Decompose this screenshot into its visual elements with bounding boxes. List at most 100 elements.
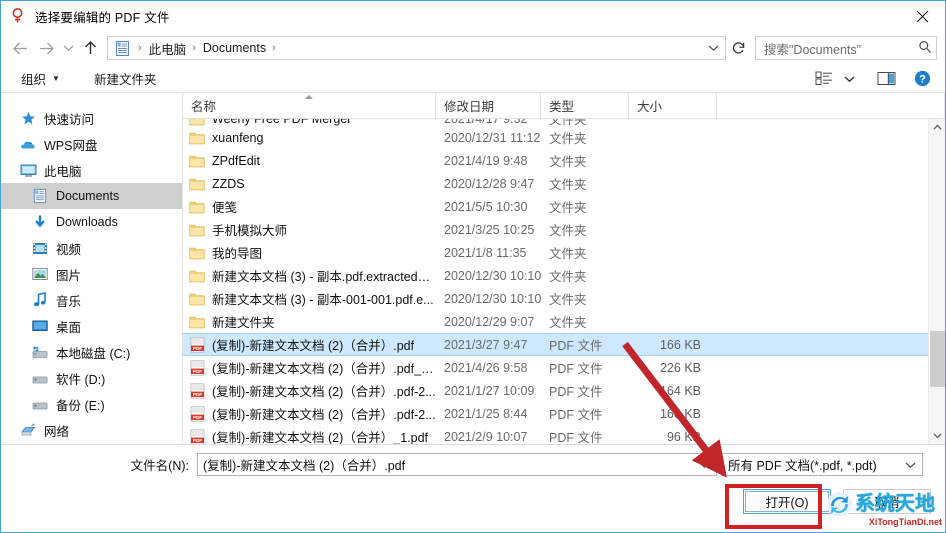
table-row[interactable]: 便笺 2021/5/5 10:30 文件夹 — [183, 195, 945, 218]
breadcrumb-separator-0[interactable]: › — [135, 42, 146, 54]
file-name-cell[interactable]: 手机模拟大师 — [183, 220, 436, 239]
file-name-cell[interactable]: PDF (复制)-新建文本文档 (2)（合并）.pdf-2... — [183, 381, 436, 400]
table-row[interactable]: 我的导图 2021/1/8 11:35 文件夹 — [183, 241, 945, 264]
search-input[interactable]: 搜索"Documents" — [755, 36, 937, 60]
scrollbar-thumb[interactable] — [929, 331, 945, 387]
search-icon[interactable] — [918, 40, 932, 57]
breadcrumb[interactable]: › 此电脑 › Documents › — [107, 36, 726, 60]
file-date-cell: 2021/1/27 10:09 — [436, 384, 541, 398]
close-button[interactable] — [899, 1, 945, 31]
file-type-text: PDF 文件 — [549, 408, 603, 422]
sidebar-item-wps-cloud[interactable]: WPS网盘 — [1, 131, 182, 157]
file-name-cell[interactable]: 新建文件夹 — [183, 312, 436, 331]
sidebar-item-drive-d[interactable]: 软件 (D:) — [1, 365, 182, 391]
cancel-button[interactable]: 取消 — [843, 489, 931, 514]
table-row[interactable]: 新建文本文档 (3) - 副本.pdf.extracted_i... 2020/1… — [183, 264, 945, 287]
filename-label: 文件名(N): — [130, 459, 189, 473]
sidebar-item-this-pc[interactable]: 此电脑 — [1, 157, 182, 183]
file-name-cell[interactable]: PDF (复制)-新建文本文档 (2)（合并）.pdf — [183, 335, 436, 354]
table-row[interactable]: ZZDS 2020/12/28 9:47 文件夹 — [183, 172, 945, 195]
file-date-text: 2021/3/27 9:47 — [444, 337, 528, 352]
file-name-cell[interactable]: xuanfeng — [183, 130, 436, 146]
new-folder-button[interactable]: 新建文件夹 — [88, 67, 163, 90]
table-row[interactable]: PDF (复制)-新建文本文档 (2)（合并）.pdf_2... 2021/4/26… — [183, 356, 945, 379]
column-header-date[interactable]: 修改日期 — [436, 93, 541, 118]
file-name-cell[interactable]: PDF (复制)-新建文本文档 (2)（合并）.pdf-2... — [183, 404, 436, 423]
filetype-select[interactable]: 所有 PDF 文档(*.pdf, *.pdt) — [721, 453, 923, 476]
preview-pane-icon[interactable] — [871, 67, 901, 91]
sidebar-item-quick-access[interactable]: 快速访问 — [1, 105, 182, 131]
folder-icon — [189, 245, 205, 261]
back-arrow-icon[interactable] — [7, 35, 33, 61]
table-row[interactable]: 新建文件夹 2020/12/29 9:07 文件夹 — [183, 310, 945, 333]
open-button[interactable]: 打开(O) — [743, 489, 831, 514]
dialog-buttons: 打开(O) 取消 — [743, 489, 931, 514]
forward-arrow-icon[interactable] — [33, 35, 59, 61]
history-chevron-down-icon[interactable] — [59, 35, 77, 61]
file-rows-container[interactable]: Weeny Free PDF Merger2021/4/17 9:32文件夹 xu… — [183, 119, 945, 444]
help-icon[interactable]: ? — [907, 67, 937, 91]
table-row[interactable]: Weeny Free PDF Merger 2021/4/17 9:32 文件夹 — [183, 119, 945, 127]
file-name-cell[interactable]: ZPdfEdit — [183, 153, 436, 169]
sidebar-item-local-disk-c[interactable]: 本地磁盘 (C:) — [1, 339, 182, 365]
table-row[interactable]: 新建文本文档 (3) - 副本-001-001.pdf.e... 2020/12/… — [183, 287, 945, 310]
sidebar-item-drive-e[interactable]: 备份 (E:) — [1, 391, 182, 417]
sidebar-item-network[interactable]: 网络 — [1, 417, 182, 443]
file-name-cell[interactable]: PDF (复制)-新建文本文档 (2)（合并）_1.pdf — [183, 427, 436, 444]
file-name-cell[interactable]: ZZDS — [183, 176, 436, 192]
file-type-cell: 文件夹 — [541, 174, 629, 193]
sidebar-item-music[interactable]: 音乐 — [1, 287, 182, 313]
organize-chevron-down-icon[interactable]: ▼ — [52, 74, 60, 83]
file-date-text: 2020/12/31 11:12 — [444, 130, 541, 145]
table-row[interactable]: PDF (复制)-新建文本文档 (2)（合并）_1.pdf 2021/2/9 10:… — [183, 425, 945, 444]
file-name-cell[interactable]: Weeny Free PDF Merger — [183, 119, 436, 127]
filename-input[interactable]: (复制)-新建文本文档 (2)（合并）.pdf — [197, 453, 717, 476]
column-header-type[interactable]: 类型 — [541, 93, 629, 118]
table-row[interactable]: PDF (复制)-新建文本文档 (2)（合并）.pdf-2... 2021/1/25… — [183, 402, 945, 425]
scrollbar-track[interactable] — [929, 136, 946, 427]
breadcrumb-separator-1[interactable]: › — [189, 42, 200, 54]
up-arrow-icon[interactable] — [77, 35, 103, 61]
sidebar-item-downloads[interactable]: Downloads — [1, 209, 182, 235]
sidebar-item-desktop[interactable]: 桌面 — [1, 313, 182, 339]
file-size-cell: 166 KB — [629, 338, 717, 352]
scroll-down-icon[interactable] — [929, 427, 946, 444]
file-name-cell[interactable]: 我的导图 — [183, 243, 436, 262]
filename-chevron-down-icon[interactable] — [695, 458, 714, 472]
table-row[interactable]: xuanfeng 2020/12/31 11:12 文件夹 — [183, 126, 945, 149]
scroll-up-icon[interactable] — [929, 119, 946, 136]
refresh-icon[interactable] — [728, 36, 750, 60]
file-name-cell[interactable]: 新建文本文档 (3) - 副本.pdf.extracted_i... — [183, 266, 436, 285]
breadcrumb-crumb-1[interactable]: Documents — [200, 41, 269, 55]
file-date-text: 2021/4/19 9:48 — [444, 153, 528, 168]
column-header-name[interactable]: 名称 — [183, 93, 436, 118]
file-date-cell: 2021/4/19 9:48 — [436, 154, 541, 168]
file-date-cell: 2020/12/29 9:07 — [436, 315, 541, 329]
sidebar-item-documents[interactable]: Documents — [1, 183, 182, 209]
file-name-text: ZPdfEdit — [212, 153, 260, 168]
sidebar-item-pictures[interactable]: 图片 — [1, 261, 182, 287]
breadcrumb-separator-2[interactable]: › — [269, 42, 280, 54]
table-row[interactable]: PDF (复制)-新建文本文档 (2)（合并）.pdf 2021/3/27 9:47… — [183, 333, 945, 356]
navigation-sidebar[interactable]: 快速访问 WPS网盘 此电脑 Documents Downloads 视频 图片… — [1, 93, 183, 444]
view-list-icon[interactable] — [809, 67, 839, 91]
column-label-type: 类型 — [549, 100, 575, 114]
file-date-cell: 2020/12/30 10:10 — [436, 292, 541, 306]
table-row[interactable]: ZPdfEdit 2021/4/19 9:48 文件夹 — [183, 149, 945, 172]
column-header-size[interactable]: 大小 — [629, 93, 717, 118]
breadcrumb-chevron-down-icon[interactable] — [708, 41, 721, 55]
file-name-cell[interactable]: PDF (复制)-新建文本文档 (2)（合并）.pdf_2... — [183, 358, 436, 377]
file-name-cell[interactable]: 便笺 — [183, 197, 436, 216]
organize-button[interactable]: 组织 ▼ — [15, 67, 66, 90]
filetype-chevron-down-icon[interactable] — [901, 458, 920, 472]
file-name-cell[interactable]: 新建文本文档 (3) - 副本-001-001.pdf.e... — [183, 289, 436, 308]
vertical-scrollbar[interactable] — [928, 119, 945, 444]
table-row[interactable]: PDF (复制)-新建文本文档 (2)（合并）.pdf-2... 2021/1/27… — [183, 379, 945, 402]
breadcrumb-crumb-0[interactable]: 此电脑 — [146, 39, 190, 58]
sidebar-label-downloads: Downloads — [56, 215, 118, 229]
file-type-text: 文件夹 — [549, 316, 587, 330]
pdf-file-icon: PDF — [189, 428, 205, 444]
sidebar-item-videos[interactable]: 视频 — [1, 235, 182, 261]
table-row[interactable]: 手机模拟大师 2021/3/25 10:25 文件夹 — [183, 218, 945, 241]
view-chevron-down-icon[interactable] — [839, 67, 859, 91]
